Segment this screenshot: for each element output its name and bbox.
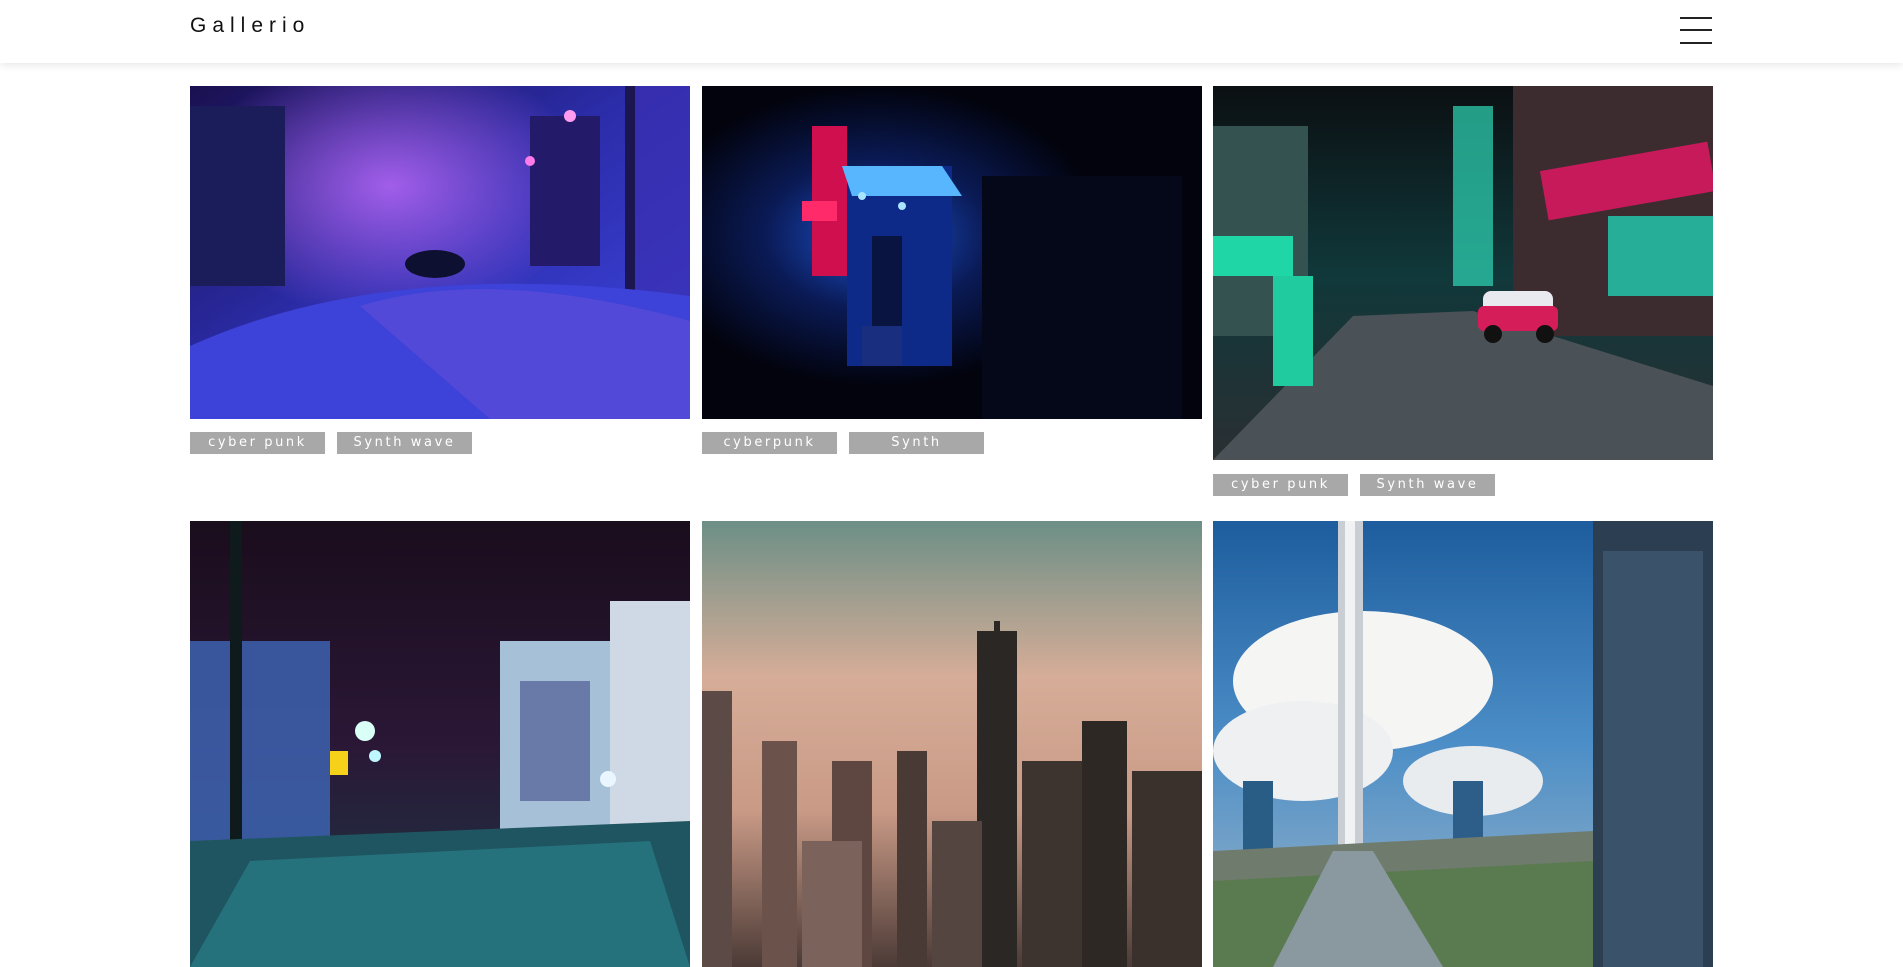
skyscraper-clouds-photo[interactable]	[1213, 521, 1713, 967]
tag-synth-wave[interactable]: Synth wave	[337, 432, 472, 454]
rainy-street-photo[interactable]	[190, 521, 690, 967]
menu-line	[1680, 29, 1712, 31]
gallery-card[interactable]	[190, 521, 690, 967]
brand-logo[interactable]: Gallerio	[190, 14, 310, 38]
tag-cyber-punk[interactable]: cyber punk	[190, 432, 325, 454]
tag-list: cyber punk Synth wave	[190, 432, 472, 454]
menu-line	[1680, 17, 1712, 19]
gallery-card[interactable]	[1213, 521, 1713, 967]
tag-synth[interactable]: Synth	[849, 432, 984, 454]
city-skyline-photo[interactable]	[702, 521, 1202, 967]
gallery-card[interactable]: cyberpunk Synth	[702, 86, 1202, 456]
tag-synth-wave[interactable]: Synth wave	[1360, 474, 1495, 496]
neon-street-photo[interactable]	[190, 86, 690, 419]
tag-cyber-punk[interactable]: cyber punk	[1213, 474, 1348, 496]
gallery-card[interactable]: cyber punk Synth wave	[190, 86, 690, 456]
neon-market-street-photo[interactable]	[1213, 86, 1713, 460]
hamburger-menu-icon[interactable]	[1680, 16, 1714, 44]
tag-list: cyber punk Synth wave	[1213, 474, 1495, 496]
gallery-card[interactable]: cyber punk Synth wave	[1213, 86, 1713, 498]
tag-list: cyberpunk Synth	[702, 432, 984, 454]
tag-cyberpunk[interactable]: cyberpunk	[702, 432, 837, 454]
neon-shopfront-photo[interactable]	[702, 86, 1202, 419]
top-navbar: Gallerio	[0, 0, 1903, 63]
menu-line	[1680, 42, 1712, 44]
gallery-card[interactable]	[702, 521, 1202, 967]
